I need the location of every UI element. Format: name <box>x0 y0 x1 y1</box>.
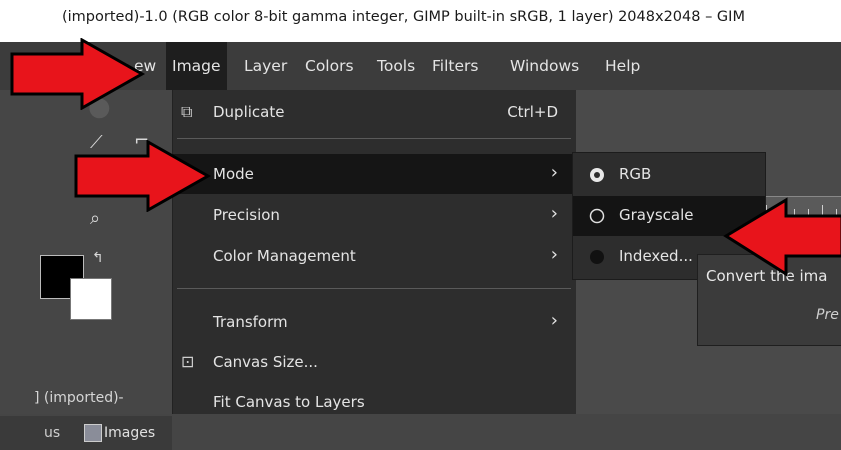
menu-separator <box>177 138 571 139</box>
dock-tab-images[interactable]: Images <box>104 425 155 441</box>
menu-colors[interactable]: Colors <box>305 42 354 90</box>
indexed-label: Indexed... <box>619 247 693 265</box>
annotation-arrow-left-icon <box>723 197 841 277</box>
annotation-arrow-right-icon <box>10 38 146 110</box>
chevron-right-icon: › <box>550 162 558 183</box>
duplicate-shortcut: Ctrl+D <box>507 103 558 121</box>
menu-help[interactable]: Help <box>605 42 640 90</box>
dock-tab-partial[interactable]: us <box>44 425 60 441</box>
chevron-right-icon: › <box>550 203 558 224</box>
color-management-label: Color Management <box>213 247 356 265</box>
menu-layer[interactable]: Layer <box>244 42 287 90</box>
menu-filters[interactable]: Filters <box>432 42 478 90</box>
rgb-label: RGB <box>619 165 652 183</box>
mode-item-rgb[interactable]: RGB <box>573 155 765 195</box>
background-color-swatch[interactable] <box>70 278 112 320</box>
mode-label: Mode <box>213 165 254 183</box>
toolbox: ● ⟋ ⌐ ⌕ ↰ us Images <box>0 90 172 450</box>
chevron-right-icon: › <box>550 310 558 331</box>
menu-item-canvas-size[interactable]: ⊡ Canvas Size... <box>173 342 576 382</box>
chevron-right-icon: › <box>550 244 558 265</box>
window-title: (imported)-1.0 (RGB color 8-bit gamma in… <box>62 9 745 25</box>
menu-separator <box>177 288 571 289</box>
images-tab-icon <box>84 424 102 442</box>
image-list-item[interactable]: ] (imported)- <box>34 390 124 406</box>
menu-item-fit-canvas[interactable]: Fit Canvas to Layers <box>173 382 576 422</box>
transform-label: Transform <box>213 313 288 331</box>
canvas-size-label: Canvas Size... <box>213 353 318 371</box>
duplicate-icon: ⧉ <box>181 102 193 121</box>
menu-item-duplicate[interactable]: ⧉ Duplicate Ctrl+D <box>173 92 576 132</box>
radio-selected-icon <box>590 168 604 182</box>
radio-unselected-icon <box>590 250 604 264</box>
dock-tabs: us Images <box>0 416 172 450</box>
annotation-arrow-right-icon <box>74 140 212 212</box>
image-menu: ⧉ Duplicate Ctrl+D Mode › Precision › Co… <box>172 90 576 414</box>
menu-item-transform[interactable]: Transform › <box>173 302 576 342</box>
duplicate-label: Duplicate <box>213 103 285 121</box>
grayscale-label: Grayscale <box>619 206 694 224</box>
swap-colors-icon[interactable]: ↰ <box>92 250 104 266</box>
tooltip-hint: Pre <box>816 307 839 323</box>
menu-tools[interactable]: Tools <box>377 42 415 90</box>
menu-item-precision[interactable]: Precision › <box>173 195 576 235</box>
menu-image[interactable]: Image <box>166 42 227 90</box>
precision-label: Precision <box>213 206 280 224</box>
title-bar: (imported)-1.0 (RGB color 8-bit gamma in… <box>0 0 841 42</box>
menu-item-color-management[interactable]: Color Management › <box>173 236 576 276</box>
radio-unselected-icon <box>589 208 605 224</box>
fit-canvas-label: Fit Canvas to Layers <box>213 393 365 411</box>
canvas-size-icon: ⊡ <box>181 352 195 371</box>
menu-item-mode[interactable]: Mode › <box>173 154 576 194</box>
menu-windows[interactable]: Windows <box>510 42 579 90</box>
